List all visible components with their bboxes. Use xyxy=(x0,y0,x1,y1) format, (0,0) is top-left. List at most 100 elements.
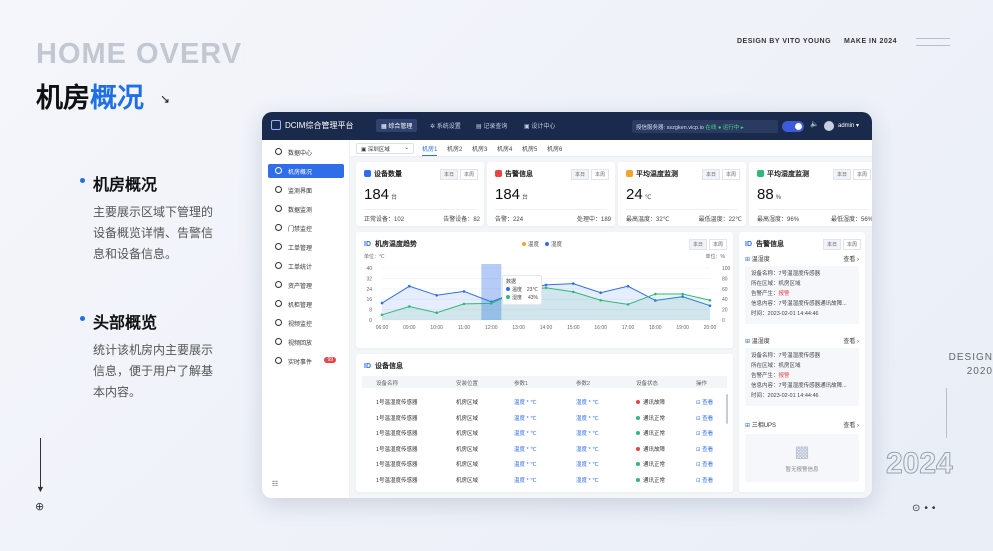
x-tick: 16:00 xyxy=(594,325,607,331)
view-button[interactable]: ⊡ 查看 xyxy=(696,460,713,468)
status-text: 通讯正常 xyxy=(643,415,666,422)
view-button[interactable]: ⊡ 查看 xyxy=(696,429,713,437)
data-point xyxy=(380,313,384,317)
pager-dots[interactable]: ⊙•• xyxy=(912,503,939,514)
sidebar-item[interactable]: 工单统计 xyxy=(268,259,344,273)
chart-tooltip: 数据 温度 23℃ 湿度 43% xyxy=(502,275,542,305)
sidebar-item[interactable]: 门禁监控 xyxy=(268,221,344,235)
device-icon: ⊞ xyxy=(745,257,752,263)
tab-week[interactable]: 本周 xyxy=(459,169,478,180)
cell-text: 温度 * ℃ xyxy=(514,462,537,468)
sidebar-item[interactable]: 资产管理 xyxy=(268,278,344,292)
view-button[interactable]: ⊡ 查看 xyxy=(696,398,713,406)
view-more-link[interactable]: 查看 › xyxy=(843,336,859,345)
kpi-title: 平均湿度监测 xyxy=(757,169,809,179)
table-cell: 机房区域 xyxy=(456,398,478,406)
server-status[interactable]: 授信服务器: sszgken.vicp.io 在线 ● 运行中 ▸ xyxy=(632,120,778,133)
alarm-group-head: ⊞ 三相UPS 查看 › xyxy=(745,420,859,429)
table-cell: 1号温湿度传感器 xyxy=(376,476,418,484)
tab-today[interactable]: 本日 xyxy=(439,169,458,180)
right-label: 最低湿度： xyxy=(830,217,861,223)
tab-week[interactable]: 本周 xyxy=(721,169,740,180)
kpi-range-tabs[interactable]: 本日 本周 xyxy=(700,169,740,180)
tab-room[interactable]: 机房1 xyxy=(422,144,438,156)
tab-room[interactable]: 机房5 xyxy=(522,144,537,153)
field-value: 2023-02-01 14:44:46 xyxy=(767,393,819,399)
region-select[interactable]: ▣ 深圳区域 ⌄ xyxy=(356,143,414,154)
collapse-icon[interactable]: ☷ xyxy=(272,480,278,488)
globe-icon[interactable]: ⊕ xyxy=(35,500,44,513)
sidebar-item[interactable]: 监测界面 xyxy=(268,183,344,197)
cell-text: 机房区域 xyxy=(456,431,479,437)
kpi-range-tabs[interactable]: 本日 本周 xyxy=(438,169,478,180)
nav-integrated[interactable]: ▦ 综合管理 xyxy=(376,119,418,132)
sidebar-item[interactable]: 视频回放 xyxy=(268,335,344,349)
data-point xyxy=(462,290,466,293)
avatar[interactable] xyxy=(824,121,834,131)
right-stat: 处理中：189 xyxy=(577,214,611,223)
nav-design-center[interactable]: ▣ 设计中心 xyxy=(524,121,555,130)
cell-text: 湿度 * ℃ xyxy=(576,462,599,468)
tab-room[interactable]: 机房3 xyxy=(472,144,487,153)
sidebar-item[interactable]: 实时事件 99 xyxy=(268,354,344,368)
kpi-unit: % xyxy=(775,195,782,201)
user-menu[interactable]: admin ▾ xyxy=(838,122,859,129)
arrow-icon: ↘ xyxy=(160,92,171,106)
nav-system-settings[interactable]: ✲ 系统设置 xyxy=(430,121,461,130)
count-badge: 99 xyxy=(324,357,336,363)
tab-today[interactable]: 本日 xyxy=(832,169,851,180)
sidebar-item[interactable]: 视频监控 xyxy=(268,316,344,330)
kpi-range-tabs[interactable]: 本日 本周 xyxy=(831,169,871,180)
table-header-cell: 操作 xyxy=(696,381,708,387)
field-label: 告警产生： xyxy=(751,373,779,379)
tab-room[interactable]: 机房4 xyxy=(497,144,512,153)
sidebar-item[interactable]: 机房概况 xyxy=(268,164,344,178)
sidebar-item[interactable]: 工单管理 xyxy=(268,240,344,254)
tab-today[interactable]: 本日 xyxy=(570,169,589,180)
volume-icon[interactable]: 🔈 xyxy=(810,120,819,128)
data-point xyxy=(626,284,630,288)
tab-room[interactable]: 机房2 xyxy=(447,144,462,153)
data-point xyxy=(408,305,411,308)
tab-week[interactable]: 本周 xyxy=(852,169,871,180)
alarm-range-tabs[interactable]: 本日 本周 xyxy=(821,239,861,250)
tab-week[interactable]: 本周 xyxy=(590,169,609,180)
hero-title-en: HOME OVERVIE xyxy=(36,38,244,70)
data-point xyxy=(599,298,602,302)
cell-text: 湿度 * ℃ xyxy=(576,477,599,484)
tab-today[interactable]: 本日 xyxy=(701,169,720,180)
kpi-breakdown: 最高湿度：96% 最低湿度：56% xyxy=(757,214,872,223)
view-button[interactable]: ⊡ 查看 xyxy=(696,445,713,453)
tab-room[interactable]: 机房6 xyxy=(547,144,562,153)
view-more-link[interactable]: 查看 › xyxy=(843,254,859,263)
field-value: 7号温湿度传感器 xyxy=(778,353,821,359)
x-tick: 11:00 xyxy=(458,325,470,331)
kpi-value: 184 台 xyxy=(364,186,397,203)
table-header-bg xyxy=(362,376,727,388)
sidebar-item-label: 数据中心 xyxy=(288,151,313,157)
sidebar-item-label: 工单管理 xyxy=(288,246,313,252)
status-cell: 通讯正常 xyxy=(636,476,665,484)
sidebar-item[interactable]: 数据监测 xyxy=(268,202,344,216)
alarm-detail: 设备名称：7号温湿度传感器 所在区域：机房区域 告警产生：报警 信息内容：7号温湿度传… xyxy=(745,348,859,406)
kpi-icon xyxy=(626,170,633,177)
right-value: 22℃ xyxy=(728,217,742,223)
sidebar-item[interactable]: 数据中心 xyxy=(268,145,344,159)
view-button[interactable]: ⊡ 查看 xyxy=(696,476,713,484)
nav-record-query[interactable]: ▤ 记录查询 xyxy=(476,121,507,130)
status-text: 通讯正常 xyxy=(643,431,666,437)
kpi-range-tabs[interactable]: 本日 本周 xyxy=(569,169,609,180)
section-title-overview: 机房概况 xyxy=(93,177,158,194)
view-more-link[interactable]: 查看 › xyxy=(843,420,859,429)
divider xyxy=(757,209,869,210)
alarm-field: 时间：2023-02-01 14:44:46 xyxy=(751,391,853,401)
theme-toggle[interactable] xyxy=(782,121,804,132)
view-button[interactable]: ⊡ 查看 xyxy=(696,414,713,422)
alarm-field: 信息内容：7号温湿度传感器通讯故障... xyxy=(751,299,853,309)
scrollbar[interactable] xyxy=(726,394,728,424)
alarm-detail: 设备名称：7号温湿度传感器 所在区域：机房区域 告警产生：报警 信息内容：7号温湿度传… xyxy=(745,266,859,324)
sidebar-item[interactable]: 机柜管理 xyxy=(268,297,344,311)
table-header-cell: 设备状态 xyxy=(636,381,659,387)
divider xyxy=(916,38,950,39)
data-point xyxy=(380,301,384,305)
